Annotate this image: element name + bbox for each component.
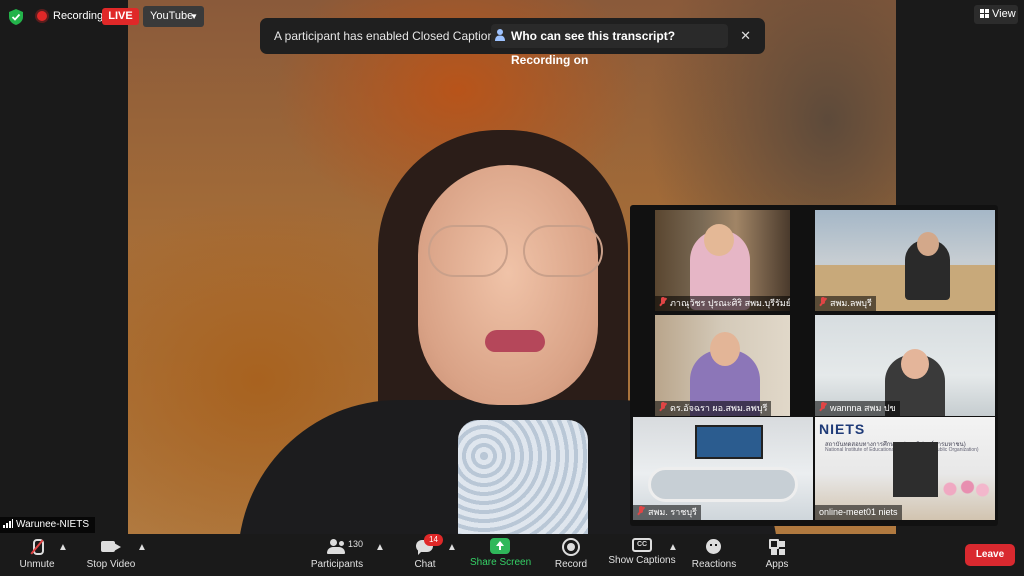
show-captions-button[interactable]: CC Show Captions — [608, 538, 676, 574]
participant-count: 130 — [348, 539, 364, 549]
participants-label: Participants — [310, 559, 364, 570]
apps-label: Apps — [765, 559, 789, 570]
participant-name: wannna สพม ปข — [830, 403, 896, 413]
video-options-caret[interactable]: ▲ — [137, 542, 147, 576]
signal-strength-icon — [3, 519, 13, 528]
share-screen-label: Share Screen — [470, 557, 532, 568]
speaker-name: Warunee-NIETS — [16, 519, 89, 530]
transcript-info-link[interactable]: Who can see this transcript? Recording o… — [491, 24, 728, 67]
room-screen — [695, 425, 763, 459]
glasses-lens-right — [523, 225, 603, 277]
emoji-reaction-icon — [703, 538, 725, 556]
shield-check-icon[interactable] — [9, 9, 23, 25]
apps-button[interactable]: Apps — [762, 538, 792, 574]
participant-name-tag: สพม. ราชบุรี — [633, 505, 701, 520]
niets-logo: NIETS — [819, 421, 866, 437]
audio-options-caret[interactable]: ▲ — [58, 542, 68, 576]
chat-button[interactable]: 14 Chat — [408, 534, 443, 574]
apps-grid-icon — [766, 538, 788, 556]
speaker-mouth — [485, 330, 545, 352]
record-icon — [560, 538, 582, 556]
share-screen-icon — [490, 538, 510, 554]
share-screen-button[interactable]: Share Screen — [470, 538, 532, 574]
muted-mic-icon — [659, 297, 667, 307]
participant-video — [905, 232, 950, 300]
muted-mic-icon — [819, 297, 827, 307]
participants-icon: 130 — [326, 538, 363, 556]
closed-captions-icon: CC — [632, 538, 652, 552]
participant-name: ภาณุวัชร ปุรณะศิริ สพม.บุรีรัมย์ — [670, 298, 790, 308]
participant-tile[interactable]: NIETS สถาบันทดสอบทางการศึกษาแห่งชาติ (อง… — [815, 417, 995, 520]
participant-name-tag: สพม.ลพบุรี — [815, 296, 876, 311]
record-label: Record — [554, 559, 588, 570]
grid-view-icon — [980, 9, 989, 18]
participant-name-tag: ดร.อัจฉรา ผอ.สพม.ลพบุรี — [655, 401, 772, 416]
chat-label: Chat — [414, 559, 436, 570]
reactions-label: Reactions — [691, 559, 737, 570]
stream-target-dropdown[interactable]: YouTube ▼ — [143, 6, 204, 27]
unmute-button[interactable]: Unmute — [14, 538, 60, 574]
record-button[interactable]: Record — [552, 538, 590, 574]
recording-label[interactable]: Recording — [53, 10, 103, 22]
participant-name: สพม. ราชบุรี — [648, 507, 697, 517]
caret-down-icon: ▼ — [190, 12, 198, 21]
conference-table — [648, 467, 798, 502]
chat-unread-badge: 14 — [424, 534, 443, 546]
room-flowers — [940, 479, 990, 499]
chat-options-caret[interactable]: ▲ — [447, 542, 457, 576]
participant-gallery: ภาณุวัชร ปุรณะศิริ สพม.บุรีรัมย์ สพม.ลพบ… — [630, 205, 998, 526]
participant-tile[interactable]: wannna สพม ปข — [815, 315, 995, 416]
participant-tile[interactable]: ภาณุวัชร ปุรณะศิริ สพม.บุรีรัมย์ — [655, 210, 790, 311]
chat-bubble-icon: 14 — [414, 534, 443, 556]
speaker-glasses — [428, 225, 603, 285]
participant-tile[interactable]: ดร.อัจฉรา ผอ.สพม.ลพบุรี — [655, 315, 790, 416]
stop-video-button[interactable]: Stop Video — [84, 538, 138, 574]
participant-name-tag: online-meet01 niets — [815, 505, 902, 520]
captions-options-caret[interactable]: ▲ — [668, 542, 678, 576]
glasses-lens-left — [428, 225, 508, 277]
leave-button[interactable]: Leave — [965, 544, 1015, 566]
stream-target-label: YouTube — [150, 10, 194, 22]
show-captions-label: Show Captions — [608, 555, 676, 566]
muted-mic-icon — [659, 402, 667, 412]
video-camera-icon — [100, 538, 122, 556]
participant-tile[interactable]: สพม.ลพบุรี — [815, 210, 995, 311]
speaker-shirt — [458, 420, 588, 534]
view-button[interactable]: View — [974, 5, 1018, 24]
mic-muted-icon — [26, 538, 48, 556]
unmute-label: Unmute — [19, 559, 55, 570]
participant-name: สพม.ลพบุรี — [830, 298, 872, 308]
participant-name-tag: ภาณุวัชร ปุรณะศิริ สพม.บุรีรัมย์ — [655, 296, 790, 311]
muted-mic-icon — [819, 402, 827, 412]
captioning-notification: A participant has enabled Closed Caption… — [260, 18, 765, 67]
close-notification-button[interactable]: ✕ — [740, 18, 751, 54]
speaker-name-tag: Warunee-NIETS — [0, 517, 95, 533]
participant-name-tag: wannna สพม ปข — [815, 401, 900, 416]
notification-message: A participant has enabled Closed Caption… — [274, 29, 511, 43]
view-label: View — [992, 8, 1016, 20]
participant-tile[interactable]: สพม. ราชบุรี — [633, 417, 813, 520]
person-info-icon — [495, 29, 505, 41]
participants-options-caret[interactable]: ▲ — [375, 542, 385, 576]
room-furniture — [893, 442, 938, 497]
participant-name: ดร.อัจฉรา ผอ.สพม.ลพบุรี — [670, 403, 768, 413]
participant-name: online-meet01 niets — [819, 507, 898, 517]
stop-video-label: Stop Video — [86, 559, 136, 570]
muted-mic-icon — [637, 506, 645, 516]
live-badge[interactable]: LIVE — [102, 8, 139, 25]
reactions-button[interactable]: Reactions — [690, 538, 738, 574]
recording-dot-icon — [37, 11, 47, 21]
speaker-face — [418, 165, 598, 405]
participants-button[interactable]: 130 Participants — [308, 538, 366, 574]
meeting-toolbar: Unmute ▲ Stop Video ▲ 130 Participants ▲… — [0, 534, 1024, 576]
